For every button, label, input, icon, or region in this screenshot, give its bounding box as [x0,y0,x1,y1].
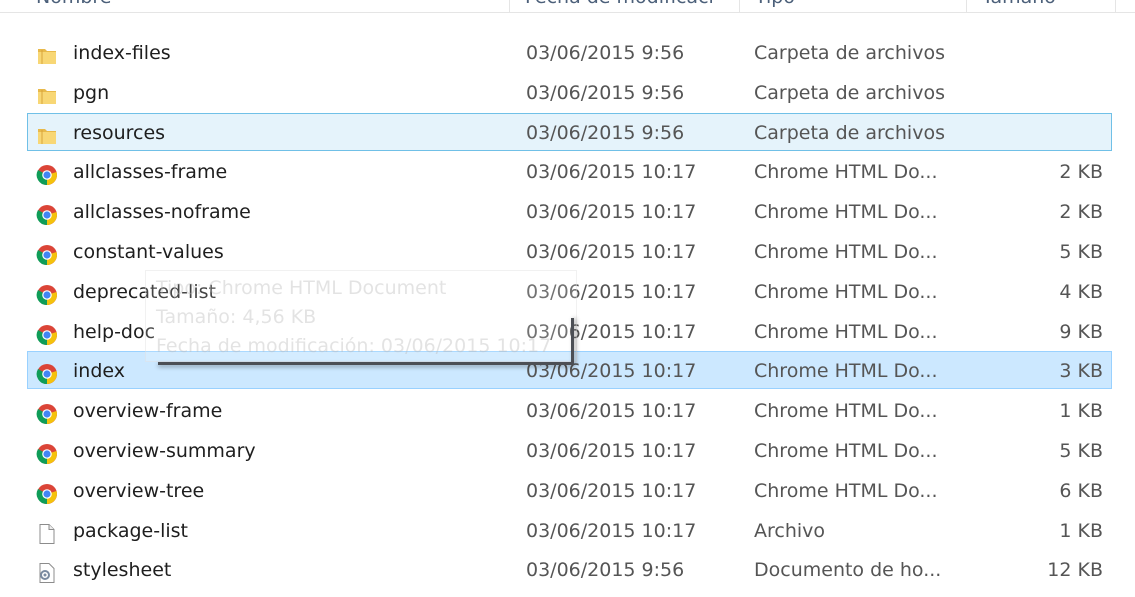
file-type: Carpeta de archivos [754,81,945,104]
chrome-icon [36,360,58,385]
column-header-type[interactable]: Tipo [755,0,955,12]
file-name: resources [73,121,166,144]
column-divider[interactable] [739,0,740,12]
file-date-modified: 03/06/2015 9:56 [526,121,685,144]
file-row-overview-summary[interactable]: overview-summary 03/06/2015 10:17 Chrome H… [27,431,1112,469]
file-row-index-files[interactable]: index-files 03/06/2015 9:56 Carpeta de arc… [27,33,1112,71]
file-date-modified: 03/06/2015 10:17 [526,241,697,263]
file-name: pgn [73,81,110,104]
file-type: Carpeta de archivos [754,121,945,144]
file-size: 5 KB [1059,440,1103,462]
file-row-overview-tree[interactable]: overview-tree 03/06/2015 10:17 Chrome HTML… [27,471,1112,509]
file-name: overview-frame [73,400,223,423]
folder-icon [36,82,58,104]
file-row-stylesheet[interactable]: stylesheet 03/06/2015 9:56 Documento de ho… [27,550,1112,588]
file-row-allclasses-noframe[interactable]: allclasses-noframe 03/06/2015 10:17 Chrome… [27,192,1112,230]
file-type: Chrome HTML Do... [754,241,938,263]
file-type: Chrome HTML Do... [754,320,938,343]
file-name: allclasses-frame [73,161,228,184]
file-size: 1 KB [1059,519,1103,542]
column-header-name[interactable]: Nombre [36,0,236,12]
file-name: allclasses-noframe [73,201,251,224]
chrome-icon [36,440,58,465]
file-type: Chrome HTML Do... [754,400,938,423]
chrome-icon [36,281,58,305]
chrome-icon [36,241,58,266]
file-size: 6 KB [1059,479,1103,502]
file-size: 2 KB [1059,201,1103,224]
file-row-resources[interactable]: resources 03/06/2015 9:56 Carpeta de archi… [27,112,1112,151]
column-header-size[interactable]: Tamaño [982,0,1102,12]
file-size: 5 KB [1059,241,1103,263]
file-name: help-doc [73,320,156,343]
file-type: Carpeta de archivos [754,42,945,64]
file-type: Archivo [754,519,826,542]
file-name: constant-values [73,241,224,263]
file-row-overview-frame[interactable]: overview-frame 03/06/2015 10:17 Chrome HTM… [27,391,1112,429]
drag-guide-horizontal [158,362,574,365]
chrome-icon [36,201,58,226]
file-date-modified: 03/06/2015 9:56 [526,42,685,64]
file-date-modified: 03/06/2015 10:17 [526,161,697,184]
chrome-icon [36,480,58,504]
file-type: Chrome HTML Do... [754,161,938,184]
blank-file-icon [36,520,58,544]
column-header-bar: Nombre Fecha de modificaci Tipo Tamaño [0,0,1135,13]
file-row-package-list[interactable]: package-list 03/06/2015 10:17 Archivo 1 KB [27,511,1112,549]
file-type: Chrome HTML Do... [754,201,938,224]
file-row-allclasses-frame[interactable]: allclasses-frame 03/06/2015 10:17 Chrome H… [27,152,1112,190]
file-date-modified: 03/06/2015 10:17 [526,440,697,462]
file-size: 9 KB [1059,320,1103,343]
file-name: stylesheet [73,559,172,582]
file-type: Chrome HTML Do... [754,440,938,462]
column-header-date[interactable]: Fecha de modificaci [525,0,725,12]
drag-guide-vertical [571,318,574,365]
file-name: index-files [73,42,171,64]
column-divider[interactable] [966,0,967,12]
folder-icon [36,42,58,64]
file-size: 2 KB [1059,161,1103,184]
column-divider[interactable] [509,0,510,12]
stylesheet-file-icon [36,559,58,584]
file-row-pgn[interactable]: pgn 03/06/2015 9:56 Carpeta de archivos [27,73,1112,111]
chrome-icon [36,321,58,345]
tooltip-date-line: Fecha de modificación: 03/06/2015 10:17 [156,335,552,357]
file-date-modified: 03/06/2015 10:17 [526,479,697,502]
file-name: overview-tree [73,479,205,502]
column-divider[interactable] [1115,0,1116,12]
file-type: Chrome HTML Do... [754,360,938,383]
file-date-modified: 03/06/2015 10:17 [526,400,697,423]
file-type: Documento de ho... [754,559,942,582]
chrome-icon [36,161,58,186]
tooltip-type-line: Tipo: Chrome HTML Document [156,277,447,299]
folder-icon [36,122,58,144]
file-date-modified: 03/06/2015 9:56 [526,81,685,104]
file-date-modified: 03/06/2015 10:17 [526,519,697,542]
file-type: Chrome HTML Do... [754,479,938,502]
chrome-icon [36,400,58,425]
file-size: 4 KB [1059,280,1103,303]
file-info-tooltip: Tipo: Chrome HTML Document Tamaño: 4,56 … [145,270,577,362]
file-date-modified: 03/06/2015 9:56 [526,559,685,582]
file-type: Chrome HTML Do... [754,280,938,303]
tooltip-size-line: Tamaño: 4,56 KB [156,306,317,328]
file-name: overview-summary [73,440,256,462]
file-date-modified: 03/06/2015 10:17 [526,201,697,224]
file-size: 1 KB [1059,400,1103,423]
file-row-constant-values[interactable]: constant-values 03/06/2015 10:17 Chrome HT… [27,232,1112,270]
file-name: package-list [73,519,188,542]
file-size: 12 KB [1047,559,1103,582]
file-name: index [73,360,125,383]
file-size: 3 KB [1059,360,1103,383]
